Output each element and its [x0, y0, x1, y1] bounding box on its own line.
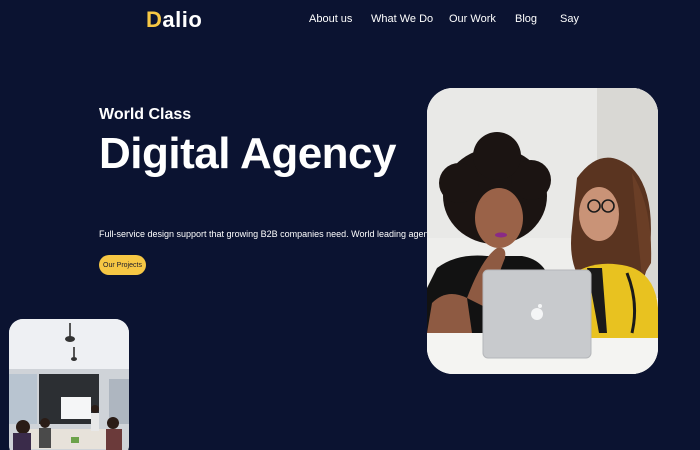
office-image — [9, 319, 129, 450]
hero-description: Full-service design support that growing… — [99, 229, 440, 239]
logo-text: alio — [162, 7, 203, 32]
logo-initial: D — [146, 7, 163, 32]
nav-item-say[interactable]: Say — [560, 13, 579, 25]
hero-image — [427, 88, 658, 374]
hero-photo-illustration — [427, 88, 658, 374]
nav-item-our-work[interactable]: Our Work — [449, 13, 496, 25]
hero-title: Digital Agency — [99, 129, 396, 178]
nav-item-about-us[interactable]: About us — [309, 13, 352, 25]
logo[interactable]: Dalio — [146, 7, 202, 33]
office-photo-illustration — [9, 319, 129, 450]
page: Dalio About us What We Do Our Work Blog … — [0, 0, 700, 450]
nav-item-what-we-do[interactable]: What We Do — [371, 13, 433, 25]
hero-eyebrow: World Class — [99, 106, 192, 123]
nav-item-blog[interactable]: Blog — [515, 13, 537, 25]
our-projects-button[interactable]: Our Projects — [99, 255, 146, 275]
